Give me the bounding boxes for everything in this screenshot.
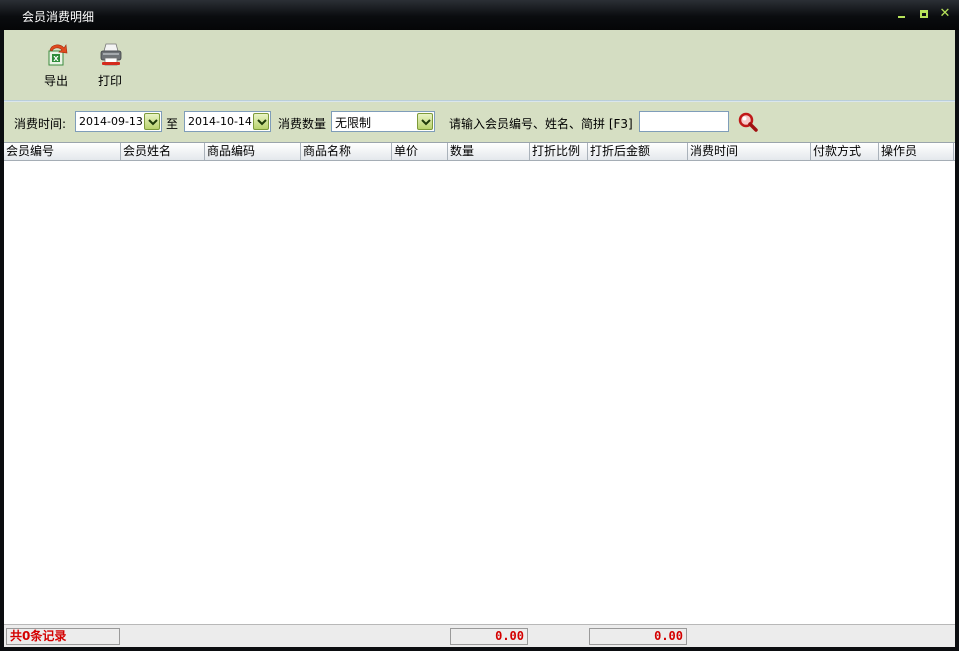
- window-title: 会员消费明细: [22, 10, 95, 24]
- date-to-dropdown-button[interactable]: [253, 113, 269, 130]
- record-count: 共0条记录: [6, 628, 120, 645]
- grid-header: 会员编号 会员姓名 商品编码 商品名称 单价 数量 打折比例 打折后金额 消费时…: [4, 143, 955, 161]
- column-unit-price[interactable]: 单价: [392, 143, 448, 160]
- total-amount: 0.00: [450, 628, 528, 645]
- print-button[interactable]: 打印: [86, 40, 134, 92]
- column-member-name[interactable]: 会员姓名: [121, 143, 205, 160]
- column-discounted-amount[interactable]: 打折后金额: [588, 143, 688, 160]
- search-hint-label: 请输入会员编号、姓名、简拼 [F3]: [449, 117, 633, 131]
- column-product-name[interactable]: 商品名称: [301, 143, 392, 160]
- status-bar: 共0条记录 0.00 0.00: [4, 624, 955, 647]
- column-operator[interactable]: 操作员: [879, 143, 954, 160]
- printer-icon: [100, 43, 122, 66]
- consume-qty-value: 无限制: [335, 116, 372, 130]
- date-from-picker[interactable]: 2014-09-13: [75, 111, 162, 132]
- date-to-picker[interactable]: 2014-10-14: [184, 111, 271, 132]
- app-window: 会员消费明细 ✕ X 导出 打印 消费时间: 2014-09-13 至 2014…: [0, 0, 959, 651]
- export-button[interactable]: X 导出: [32, 40, 80, 92]
- column-member-id[interactable]: 会员编号: [4, 143, 121, 160]
- chevron-down-icon: [257, 119, 267, 126]
- close-icon: ✕: [939, 6, 951, 21]
- export-excel-icon: X: [48, 44, 68, 66]
- consume-qty-label: 消费数量: [278, 117, 327, 131]
- title-bar[interactable]: 会员消费明细 ✕: [0, 0, 959, 30]
- minimize-icon: [898, 16, 905, 18]
- date-from-dropdown-button[interactable]: [144, 113, 160, 130]
- column-quantity[interactable]: 数量: [448, 143, 530, 160]
- consume-qty-dropdown-button[interactable]: [417, 113, 433, 130]
- close-button[interactable]: ✕: [938, 7, 952, 21]
- export-label: 导出: [43, 74, 68, 88]
- minimize-button[interactable]: [895, 7, 909, 21]
- maximize-button[interactable]: [917, 7, 931, 21]
- member-search-input[interactable]: [639, 111, 729, 132]
- to-label: 至: [166, 117, 179, 131]
- column-product-code[interactable]: 商品编码: [205, 143, 301, 160]
- column-payment-method[interactable]: 付款方式: [811, 143, 879, 160]
- column-consume-time[interactable]: 消费时间: [688, 143, 811, 160]
- chevron-down-icon: [148, 119, 158, 126]
- date-from-value: 2014-09-13: [79, 115, 143, 128]
- consume-qty-select[interactable]: 无限制: [331, 111, 435, 132]
- maximize-icon: [920, 10, 928, 18]
- date-to-value: 2014-10-14: [188, 115, 252, 128]
- filter-bar: 消费时间: 2014-09-13 至 2014-10-14 消费数量 无限制 请…: [4, 102, 955, 142]
- toolbar: X 导出 打印: [4, 30, 955, 100]
- consume-time-label: 消费时间:: [14, 117, 67, 131]
- svg-text:X: X: [53, 55, 59, 63]
- column-discount-rate[interactable]: 打折比例: [530, 143, 588, 160]
- search-icon: [738, 112, 758, 132]
- consumption-grid[interactable]: 会员编号 会员姓名 商品编码 商品名称 单价 数量 打折比例 打折后金额 消费时…: [4, 142, 955, 624]
- chevron-down-icon: [421, 119, 431, 126]
- search-button[interactable]: [737, 111, 759, 133]
- print-label: 打印: [97, 74, 122, 88]
- grid-body[interactable]: [4, 161, 955, 624]
- total-discounted-amount: 0.00: [589, 628, 687, 645]
- client-area: X 导出 打印 消费时间: 2014-09-13 至 2014-10-14 消费…: [4, 30, 955, 647]
